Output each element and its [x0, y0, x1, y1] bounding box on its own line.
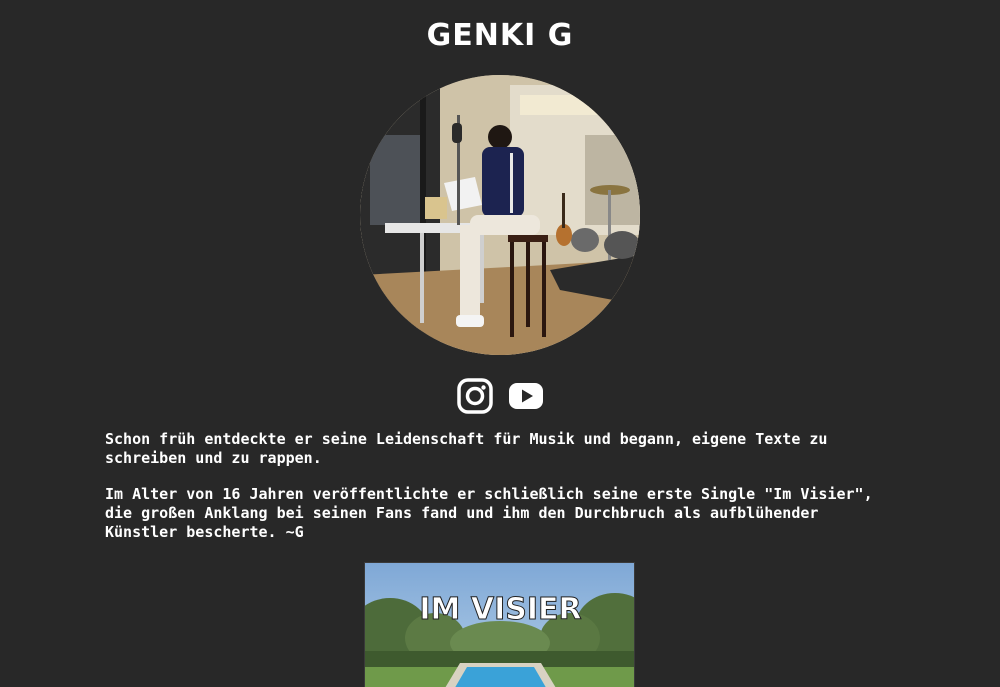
instagram-icon	[457, 378, 493, 414]
bio-paragraph-2: Im Alter von 16 Jahren veröffentlichte e…	[105, 485, 873, 541]
youtube-link[interactable]	[508, 377, 544, 415]
instagram-link[interactable]	[456, 377, 494, 415]
bio-text: Schon früh entdeckte er seine Leidenscha…	[105, 430, 895, 559]
single-cover-image: IM VISIER	[364, 562, 635, 687]
youtube-icon	[509, 383, 543, 409]
bio-paragraph-1: Schon früh entdeckte er seine Leidenscha…	[105, 430, 828, 467]
studio-photo-illustration	[360, 75, 640, 355]
site-title: GENKI G	[426, 18, 574, 53]
cover-title: IM VISIER	[419, 592, 581, 627]
profile-photo	[360, 75, 640, 355]
im-visier-cover-art: IM VISIER	[365, 563, 634, 687]
page: GENKI G Schon früh entdeckte er seine Le…	[0, 0, 1000, 687]
social-links	[0, 377, 1000, 415]
